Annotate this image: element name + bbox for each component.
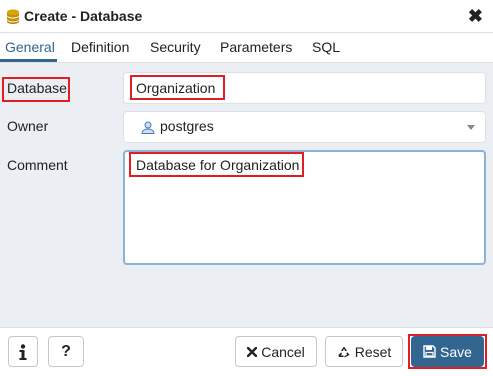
tab-general[interactable]: General [5, 39, 55, 55]
chevron-down-icon[interactable] [467, 125, 475, 130]
owner-select[interactable]: postgres [123, 111, 486, 143]
save-label: Save [440, 343, 472, 360]
owner-value: postgres [160, 118, 214, 134]
comment-textarea[interactable]: Database for Organization [123, 150, 486, 265]
user-icon [141, 121, 155, 134]
close-icon[interactable]: ✖ [468, 6, 483, 26]
dialog-title: Create - Database [24, 8, 143, 24]
owner-label: Owner [7, 118, 49, 134]
cancel-button[interactable]: Cancel [235, 336, 317, 367]
reset-label: Reset [354, 343, 392, 360]
close-icon [247, 346, 258, 357]
cancel-label: Cancel [261, 343, 305, 360]
help-icon: ? [61, 342, 71, 360]
info-button[interactable] [8, 336, 38, 367]
database-name-value: Organization [136, 80, 216, 96]
tab-sql[interactable]: SQL [312, 39, 340, 55]
comment-label: Comment [7, 157, 68, 173]
save-icon [423, 345, 436, 358]
tab-security[interactable]: Security [150, 39, 201, 55]
tab-definition[interactable]: Definition [71, 39, 129, 55]
reset-button[interactable]: Reset [325, 336, 403, 367]
save-button[interactable]: Save [411, 336, 484, 367]
title-bar: Create - Database ✖ [0, 0, 493, 33]
recycle-icon [338, 346, 350, 357]
database-name-input[interactable]: Organization [123, 72, 486, 104]
tab-bar: General Definition Security Parameters S… [0, 33, 493, 63]
info-icon [19, 343, 27, 360]
database-icon [7, 9, 19, 24]
help-button[interactable]: ? [48, 336, 84, 367]
comment-value: Database for Organization [136, 157, 300, 173]
database-label: Database [7, 80, 67, 96]
tab-parameters[interactable]: Parameters [220, 39, 292, 55]
active-tab-indicator [0, 59, 57, 62]
